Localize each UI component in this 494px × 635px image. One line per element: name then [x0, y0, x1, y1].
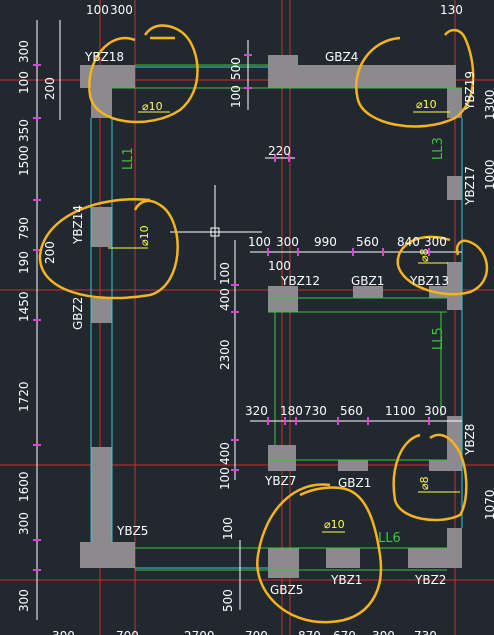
rebar-label-d: ⌀8 [418, 248, 431, 262]
dim-b-730: 730 [414, 629, 437, 635]
label-ybz14: YBZ14 [71, 205, 85, 245]
label-ybz2: YBZ2 [414, 573, 446, 587]
dim-v400: 400 [218, 288, 232, 311]
label-ll5: LL5 [431, 327, 446, 350]
dim-top-100b: 100 [229, 85, 243, 108]
label-ll6: LL6 [378, 531, 401, 546]
dim-r2-730: 730 [304, 404, 327, 418]
label-ybz5: YBZ5 [116, 524, 148, 538]
dim-r1-300: 300 [276, 235, 299, 249]
dim-v2300: 2300 [218, 339, 232, 370]
label-ybz18: YBZ18 [84, 50, 124, 64]
dim-l300b: 300 [17, 512, 31, 535]
dim-r1-100: 100 [248, 235, 271, 249]
dim-b-2700: 2700 [184, 629, 215, 635]
beam-outline [112, 64, 462, 571]
label-ll1: LL1 [121, 147, 136, 170]
dim-b-700: 700 [116, 629, 139, 635]
dim-v100b: 100 [218, 467, 232, 490]
cad-drawing-canvas[interactable]: YBZ18 GBZ4 YBZ19 YBZ17 YBZ14 GBZ2 YBZ12 … [0, 0, 494, 635]
wall-outline [90, 66, 463, 569]
dim-l1500: 1500 [17, 145, 31, 176]
dim-r1-990: 990 [314, 235, 337, 249]
dim-v100c: 100 [221, 517, 235, 540]
dim-r-1070: 1070 [483, 489, 494, 520]
label-ybz7: YBZ7 [264, 474, 296, 488]
rebar-label-b: ⌀10 [416, 98, 437, 111]
label-ybz19: YBZ19 [463, 71, 477, 111]
dim-r2-300: 300 [424, 404, 447, 418]
dim-l200: 200 [43, 77, 57, 100]
dim-v500: 500 [221, 589, 235, 612]
rebar-label-f: ⌀10 [324, 518, 345, 531]
dim-r1-100b: 100 [268, 259, 291, 273]
rebar-label-c: ⌀10 [138, 225, 151, 246]
dim-r1-840: 840 [397, 235, 420, 249]
rebar-label-a: ⌀10 [142, 100, 163, 113]
label-gbz5: GBZ5 [270, 583, 303, 597]
label-ybz12: YBZ12 [280, 274, 320, 288]
label-ybz17: YBZ17 [463, 166, 477, 206]
dim-r2-560: 560 [340, 404, 363, 418]
dim-220: 220 [268, 144, 291, 158]
dim-l300: 300 [17, 40, 31, 63]
dim-b-700b: 700 [245, 629, 268, 635]
rebar-label-e: ⌀8 [418, 476, 431, 490]
label-gbz1-mid: GBZ1 [351, 274, 384, 288]
dim-r-1300: 1300 [483, 89, 494, 120]
label-ybz1: YBZ1 [330, 573, 362, 587]
dim-l200b: 200 [43, 241, 57, 264]
wall-elements [80, 55, 462, 578]
dim-r2-1100: 1100 [385, 404, 416, 418]
dim-v100: 100 [218, 262, 232, 285]
dim-r-1000: 1000 [483, 159, 494, 190]
dim-r2-320: 320 [245, 404, 268, 418]
dim-l790: 790 [17, 217, 31, 240]
label-ybz8: YBZ8 [463, 424, 477, 456]
dim-l1450: 1450 [17, 291, 31, 322]
dim-l190: 190 [17, 251, 31, 274]
dim-r1-300b: 300 [424, 235, 447, 249]
dim-l350: 350 [17, 119, 31, 142]
label-gbz2: GBZ2 [71, 297, 85, 330]
dim-v400b: 400 [218, 442, 232, 465]
label-gbz1-low: GBZ1 [338, 476, 371, 490]
dim-b-670: 670 [333, 629, 356, 635]
dim-b-870: 870 [298, 629, 321, 635]
dim-l1600: 1600 [17, 471, 31, 502]
label-ll3: LL3 [431, 137, 446, 160]
label-gbz4: GBZ4 [325, 50, 358, 64]
dim-r2-180: 180 [280, 404, 303, 418]
dim-b-300: 300 [52, 629, 75, 635]
dim-l100: 100 [17, 71, 31, 94]
label-ybz13: YBZ13 [409, 274, 449, 288]
dim-l1720: 1720 [17, 381, 31, 412]
dim-top-100: 100 [86, 3, 109, 17]
dim-r1-560: 560 [356, 235, 379, 249]
dim-top-300: 300 [110, 3, 133, 17]
dim-l300c: 300 [17, 589, 31, 612]
dim-top-500: 500 [229, 57, 243, 80]
dim-top-130: 130 [440, 3, 463, 17]
dim-b-300b: 300 [372, 629, 395, 635]
